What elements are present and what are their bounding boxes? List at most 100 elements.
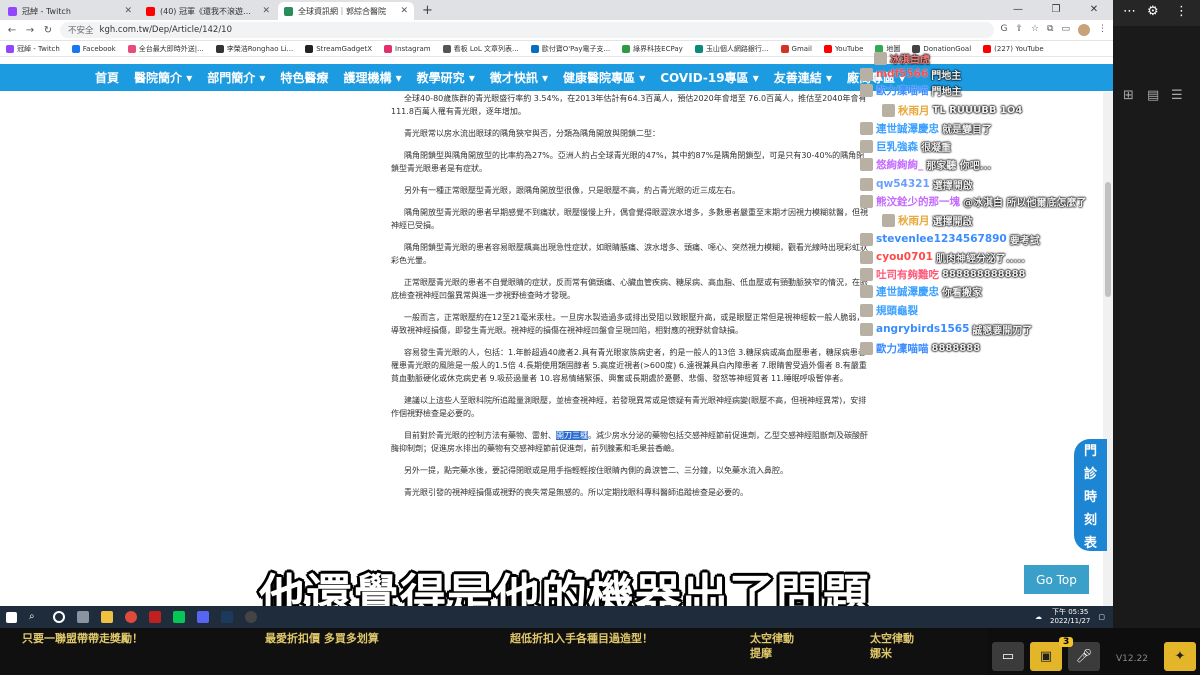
close-window-button[interactable]: ✕ xyxy=(1075,0,1113,20)
search-icon[interactable]: ⌕ xyxy=(29,611,41,623)
line-icon[interactable] xyxy=(173,611,185,623)
steam-icon[interactable] xyxy=(221,611,233,623)
bookmark-item[interactable]: 玉山個人網路銀行... xyxy=(694,44,769,54)
game-app-icon[interactable] xyxy=(149,611,161,623)
menu-icon[interactable]: ⋯ xyxy=(1123,4,1136,19)
bookmark-item[interactable]: 綠界科技ECPay xyxy=(622,44,683,54)
scrollbar-thumb[interactable] xyxy=(1105,182,1111,297)
extensions-icon[interactable]: ⧉ xyxy=(1047,24,1053,36)
bookmark-item[interactable]: Facebook xyxy=(71,44,116,53)
bookmark-item[interactable]: 看板 LoL 文章列表... xyxy=(442,44,519,54)
new-tab-button[interactable]: + xyxy=(414,2,441,20)
chat-username[interactable]: 秋雨月 xyxy=(898,103,930,118)
chat-username[interactable]: 巨乳強森 xyxy=(876,139,918,154)
nav-item[interactable]: 部門簡介 ▾ xyxy=(207,69,265,86)
extension-button[interactable]: ✦ xyxy=(1164,642,1196,671)
windows-start-icon[interactable] xyxy=(6,611,17,623)
add-folder-icon[interactable]: ⊞ xyxy=(1123,88,1134,103)
selected-text[interactable]: 開刀三種 xyxy=(556,431,588,440)
ticker-item: 太空律動 xyxy=(750,632,794,645)
chat-username[interactable]: 悠絢絢絢_ xyxy=(876,157,923,172)
folder-icon[interactable]: ▤ xyxy=(1147,88,1159,103)
chat-username[interactable]: 秋雨月 xyxy=(898,213,930,228)
chat-badge-icon xyxy=(874,51,887,65)
chat-username[interactable]: stevenlee1234567890 xyxy=(876,233,1007,245)
bookmark-item[interactable]: 李榮浩Ronghao Li... xyxy=(215,44,293,54)
sidebar-icon[interactable]: ▭ xyxy=(1061,24,1070,36)
chat-username[interactable]: 吐司有夠難吃 xyxy=(876,267,939,282)
chat-username[interactable]: 熊汶銓少的那一塊 xyxy=(876,194,960,209)
mic-button[interactable]: 🎤︎ xyxy=(1068,642,1100,671)
nav-item[interactable]: 護理機構 ▾ xyxy=(343,69,401,86)
clinic-schedule-button[interactable]: 門診時刻表 xyxy=(1074,439,1107,551)
nav-item[interactable]: 健康醫院專區 ▾ xyxy=(563,69,645,86)
chat-username[interactable]: angrybirds1565 xyxy=(876,323,969,335)
security-warning[interactable]: 不安全 xyxy=(68,24,94,36)
back-icon[interactable]: ← xyxy=(6,25,18,36)
chat-username[interactable]: cyou0701 xyxy=(876,251,933,263)
nav-item[interactable]: COVID-19專區 ▾ xyxy=(660,69,759,86)
bookmark-item[interactable]: (227) YouTube xyxy=(983,44,1044,53)
chat-username[interactable]: 歐力凜喵喵 xyxy=(876,83,929,98)
bottom-controls: ▭ ▣ 🎤︎ ✦ xyxy=(988,628,1200,675)
bookmark-item[interactable]: 冠綽 - Twitch xyxy=(6,44,60,54)
reload-icon[interactable]: ↻ xyxy=(42,25,54,36)
chat-message: 熊汶銓少的那一塊 @冰淇白 所以他爾底怎麼了 xyxy=(860,193,1086,209)
nav-item[interactable]: 教學研究 ▾ xyxy=(417,69,475,86)
close-icon[interactable]: ✕ xyxy=(400,6,408,16)
weather-icon[interactable]: ☁ xyxy=(1035,613,1042,621)
bookmark-item[interactable]: StreamGadgetX xyxy=(305,44,372,53)
obs-icon[interactable] xyxy=(245,611,257,623)
chat-username[interactable]: 規頭龜裂 xyxy=(876,303,918,318)
bookmark-label: Instagram xyxy=(395,44,431,53)
bookmark-label: StreamGadgetX xyxy=(316,44,372,53)
google-icon[interactable]: G xyxy=(1000,24,1007,36)
notifications-button[interactable]: ▣ xyxy=(1030,642,1062,671)
more-icon[interactable]: ⋮ xyxy=(1175,4,1188,19)
list-icon[interactable]: ☰ xyxy=(1171,88,1183,103)
share-icon[interactable]: ⇪ xyxy=(1015,24,1023,36)
article-paragraph: 一般而言，正常眼壓約在12至21毫米汞柱。一旦房水製造過多或排出受阻以致眼壓升高… xyxy=(391,313,865,335)
chat-message: 歐力凜喵喵 門地主 xyxy=(860,82,962,98)
nav-item[interactable]: 首頁 xyxy=(95,69,119,86)
notification-icon[interactable]: ▢ xyxy=(1098,613,1105,621)
clock[interactable]: 下午 05:35 2022/11/27 xyxy=(1050,608,1090,626)
close-icon[interactable]: ✕ xyxy=(262,6,270,16)
file-explorer-icon[interactable] xyxy=(101,611,113,623)
close-icon[interactable]: ✕ xyxy=(124,6,132,16)
discord-icon[interactable] xyxy=(197,611,209,623)
task-view-icon[interactable] xyxy=(77,611,89,623)
sidebar-header: ⋯ ⚙ ⋮ xyxy=(1113,0,1200,26)
nav-item[interactable]: 友善連結 ▾ xyxy=(774,69,832,86)
cortana-icon[interactable] xyxy=(53,611,65,623)
minimize-button[interactable]: — xyxy=(999,0,1037,20)
bookmark-item[interactable]: 全台最大即時外送|... xyxy=(127,44,204,54)
gear-icon[interactable]: ⚙ xyxy=(1147,4,1159,19)
bookmark-item[interactable]: 歐付寶O'Pay電子支... xyxy=(530,44,610,54)
nav-item[interactable]: 徵才快訊 ▾ xyxy=(490,69,548,86)
nav-item[interactable]: 醫院簡介 ▾ xyxy=(134,69,192,86)
tab-twitch[interactable]: 冠綽 - Twitch ✕ xyxy=(2,2,138,20)
chat-username[interactable]: 連世誠澤慶忠 xyxy=(876,121,939,136)
star-icon[interactable]: ☆ xyxy=(1031,24,1039,36)
tab-youtube[interactable]: (40) 冠軍《還我不滾遊》遊戲... ✕ xyxy=(140,2,276,20)
bookmark-icon xyxy=(71,44,80,53)
maximize-button[interactable]: ❐ xyxy=(1037,0,1075,20)
menu-icon[interactable]: ⋮ xyxy=(1098,24,1107,36)
chrome-icon[interactable] xyxy=(125,611,137,623)
tab-hospital[interactable]: 全球資訊網｜郭綜合醫院 ✕ xyxy=(278,2,414,20)
chat-username[interactable]: mdf5566 xyxy=(876,68,928,80)
go-top-button[interactable]: Go Top xyxy=(1024,565,1089,594)
bookmark-item[interactable]: YouTube xyxy=(823,44,863,53)
chat-button[interactable]: ▭ xyxy=(992,642,1024,671)
bookmark-item[interactable]: Instagram xyxy=(384,44,431,53)
chat-username[interactable]: 連世誠澤慶忠 xyxy=(876,284,939,299)
chat-message: angrybirds1565 誠懇要開刀了 xyxy=(860,321,1032,337)
chat-username[interactable]: qw54321 xyxy=(876,178,930,190)
forward-icon[interactable]: → xyxy=(24,25,36,36)
chat-username[interactable]: 歐力凜喵喵 xyxy=(876,341,929,356)
profile-avatar[interactable] xyxy=(1078,24,1090,36)
bookmark-item[interactable]: Gmail xyxy=(780,44,812,53)
url-field[interactable]: 不安全 kgh.com.tw/Dep/Article/142/10 xyxy=(60,22,995,38)
nav-item[interactable]: 特色醫療 xyxy=(280,69,328,86)
